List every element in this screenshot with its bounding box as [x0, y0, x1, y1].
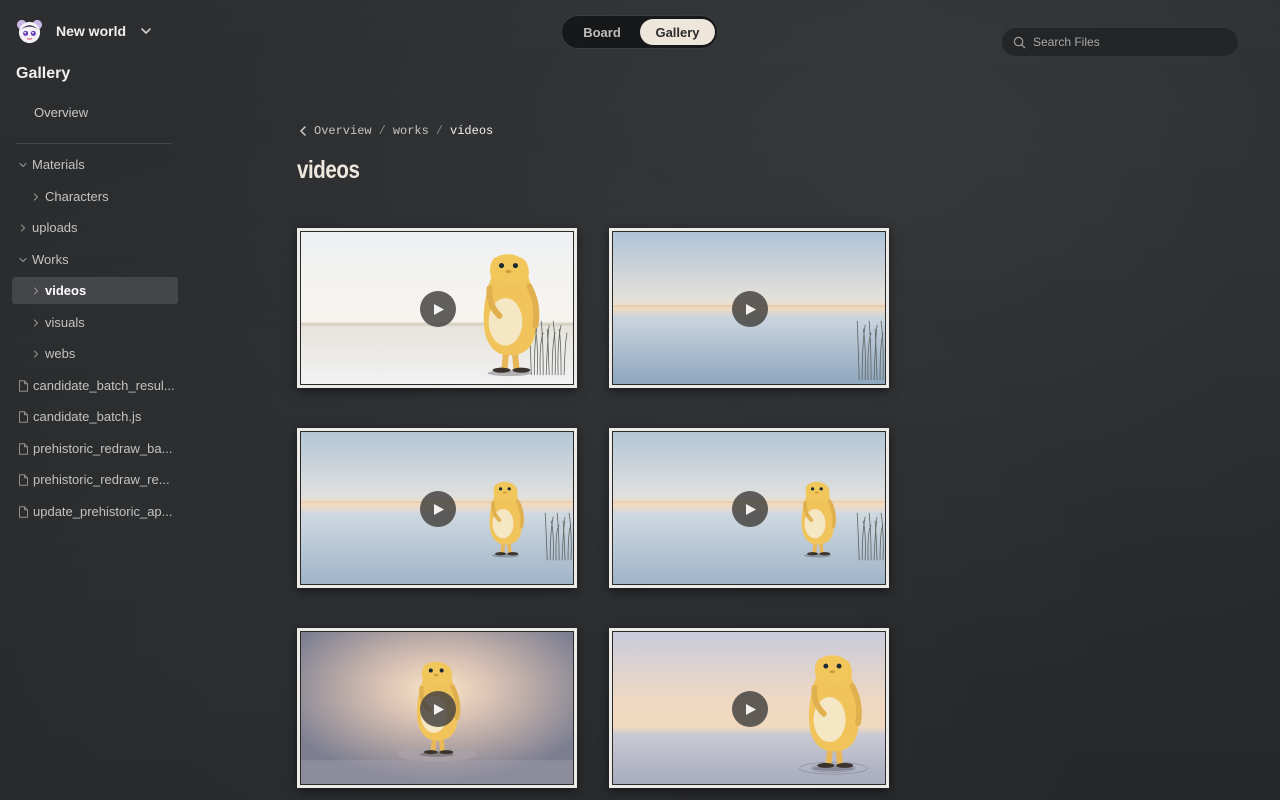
chevron-down-icon [19, 257, 27, 262]
play-icon [434, 503, 444, 515]
play-button[interactable] [732, 691, 768, 727]
sidebar-item-label: prehistoric_redraw_ba... [33, 441, 173, 456]
sidebar-item-works[interactable]: Works [12, 246, 178, 273]
sidebar-item-videos[interactable]: videos [12, 277, 178, 304]
chevron-right-icon [33, 286, 39, 295]
play-button[interactable] [732, 291, 768, 327]
sidebar-item-label: prehistoric_redraw_re... [33, 472, 170, 487]
sidebar-item-label: visuals [45, 315, 85, 330]
sidebar-item-label: videos [45, 283, 87, 298]
sidebar-item-update-prehistoric-ap[interactable]: update_prehistoric_ap... [12, 498, 178, 525]
sidebar-item-uploads[interactable]: uploads [12, 214, 178, 241]
page-title: videos [297, 156, 360, 184]
chevron-right-icon [20, 223, 26, 232]
video-card[interactable] [297, 428, 577, 588]
breadcrumb-overview[interactable]: Overview [314, 124, 372, 138]
breadcrumb-separator: / [378, 124, 386, 138]
sidebar-item-label: Works [32, 252, 69, 267]
video-thumbnail [612, 431, 886, 585]
play-button[interactable] [732, 491, 768, 527]
video-card[interactable] [609, 428, 889, 588]
sidebar-item-candidate-batch-resul[interactable]: candidate_batch_resul... [12, 372, 178, 399]
file-icon [19, 473, 28, 486]
sidebar-item-label: candidate_batch.js [33, 409, 142, 424]
sidebar-item-overview[interactable]: Overview [34, 105, 88, 120]
file-icon [19, 410, 28, 423]
video-thumbnail [300, 631, 574, 785]
search-icon [1013, 36, 1026, 48]
sidebar-item-label: update_prehistoric_ap... [33, 504, 173, 519]
sidebar-item-materials[interactable]: Materials [12, 151, 178, 178]
search-input[interactable] [1033, 32, 1223, 52]
play-icon [746, 303, 756, 315]
chevron-down-icon[interactable] [140, 25, 152, 37]
sidebar-item-candidate-batch-js[interactable]: candidate_batch.js [12, 403, 178, 430]
board-view-button[interactable]: Board [566, 19, 638, 45]
workspace-switcher[interactable]: New world [16, 18, 152, 44]
play-icon [746, 503, 756, 515]
sidebar-item-label: uploads [32, 220, 78, 235]
breadcrumb-separator: / [435, 124, 444, 138]
chevron-right-icon [33, 192, 39, 201]
breadcrumb-videos: videos [450, 124, 494, 138]
play-button[interactable] [420, 491, 456, 527]
workspace-name: New world [56, 23, 127, 39]
chevron-left-icon[interactable] [299, 126, 307, 136]
chevron-down-icon [19, 162, 27, 167]
sidebar-item-webs[interactable]: webs [12, 340, 178, 367]
video-thumbnail [612, 231, 886, 385]
sidebar-divider [16, 143, 172, 144]
file-icon [19, 379, 28, 392]
chevron-right-icon [33, 349, 39, 358]
sidebar-title: Gallery [16, 65, 71, 82]
play-button[interactable] [420, 691, 456, 727]
chevron-right-icon [33, 318, 39, 327]
video-card[interactable] [297, 228, 577, 388]
video-card[interactable] [609, 228, 889, 388]
sidebar-item-label: Characters [45, 189, 109, 204]
sidebar-item-label: webs [45, 346, 76, 361]
view-toggle: Board Gallery [561, 15, 718, 49]
video-thumbnail [612, 631, 886, 785]
search-box[interactable] [1001, 27, 1239, 57]
video-card[interactable] [297, 628, 577, 788]
breadcrumb-works[interactable]: works [393, 124, 429, 138]
video-thumbnail [300, 231, 574, 385]
play-button[interactable] [420, 291, 456, 327]
gallery-view-button[interactable]: Gallery [640, 19, 715, 45]
play-icon [434, 303, 444, 315]
sidebar-item-label: candidate_batch_resul... [33, 378, 175, 393]
video-card[interactable] [609, 628, 889, 788]
play-icon [434, 703, 444, 715]
play-icon [746, 703, 756, 715]
app-logo-icon [16, 19, 43, 43]
file-icon [19, 505, 28, 518]
sidebar-item-prehistoric-redraw-ba[interactable]: prehistoric_redraw_ba... [12, 435, 178, 462]
sidebar: New world Gallery Overview Materials Char… [0, 0, 190, 800]
file-icon [19, 442, 28, 455]
video-thumbnail [300, 431, 574, 585]
breadcrumb: Overview / works / videos [299, 122, 493, 140]
sidebar-item-label: Materials [32, 157, 85, 172]
sidebar-item-visuals[interactable]: visuals [12, 309, 178, 336]
sidebar-item-characters[interactable]: Characters [12, 183, 178, 210]
sidebar-item-prehistoric-redraw-re[interactable]: prehistoric_redraw_re... [12, 466, 178, 493]
